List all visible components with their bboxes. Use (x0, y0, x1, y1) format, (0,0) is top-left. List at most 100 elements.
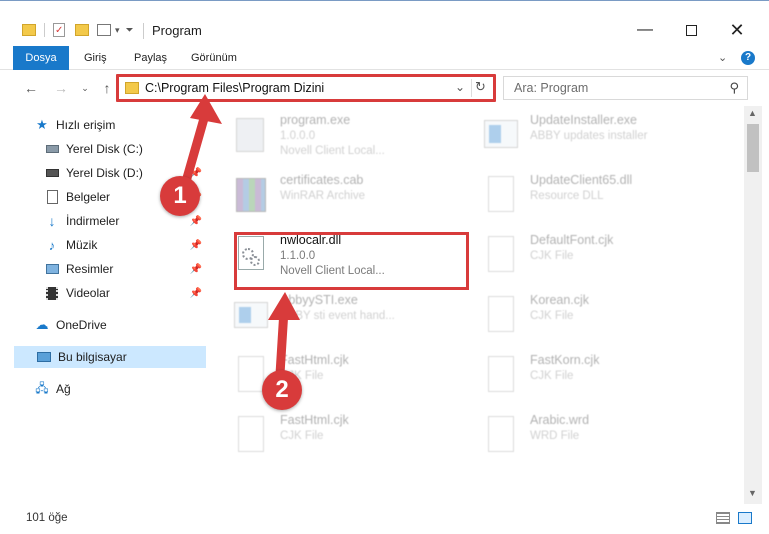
maximize-button[interactable] (668, 15, 714, 45)
file-name: UpdateClient65.dll (530, 173, 633, 187)
exe-file-icon (232, 114, 268, 158)
file-item[interactable]: Arabic.wrd WRD File (462, 410, 692, 464)
customize-toolbar-icon[interactable]: ⏷ (126, 25, 134, 36)
file-item[interactable]: FastHtml.cjk CJK File (212, 350, 442, 404)
generic-file-icon (482, 234, 518, 278)
maximize-icon (685, 24, 697, 36)
tab-home[interactable]: Giriş (74, 46, 117, 70)
star-icon: ★ (36, 117, 48, 132)
sidebar-item-videos[interactable]: Videolar 📌 (44, 282, 206, 304)
sidebar-item-onedrive[interactable]: ☁ OneDrive (34, 314, 206, 336)
recent-locations-button[interactable]: ⌄ (74, 78, 96, 98)
file-detail: CJK File (280, 430, 324, 442)
sidebar-item-disk-c[interactable]: Yerel Disk (C:) (44, 138, 206, 160)
file-item[interactable]: certificates.cab WinRAR Archive (212, 170, 442, 224)
file-name: FastKorn.cjk (530, 353, 600, 367)
tab-share[interactable]: Paylaş (124, 46, 177, 70)
file-item[interactable]: FastKorn.cjk CJK File (462, 350, 692, 404)
sidebar-item-label: Müzik (66, 238, 98, 252)
arrow-left-icon: ← (24, 80, 38, 96)
status-bar: 101 öğe (0, 504, 769, 534)
up-button[interactable]: ↑ (96, 78, 118, 98)
sidebar-item-label: Belgeler (66, 190, 111, 204)
file-name: FastHtml.cjk (280, 353, 349, 367)
file-item[interactable]: UpdateInstaller.exe ABBY updates install… (462, 110, 692, 164)
minimize-icon: — (637, 21, 653, 38)
tab-view[interactable]: Görünüm (181, 46, 247, 70)
window-title: Program (152, 23, 202, 38)
item-count: 101 öğe (26, 512, 68, 524)
sidebar-item-label: İndirmeler (66, 214, 120, 228)
chevron-down-icon[interactable]: ▼ (748, 488, 757, 498)
scrollbar-thumb[interactable] (747, 124, 759, 172)
download-icon: ↓ (48, 213, 56, 229)
sidebar-item-pictures[interactable]: Resimler 📌 (44, 258, 206, 280)
address-highlight-box (116, 74, 496, 102)
file-item[interactable]: DefaultFont.cjk CJK File (462, 230, 692, 284)
sidebar-item-label: Resimler (66, 262, 114, 276)
sidebar-item-label: Bu bilgisayar (58, 350, 127, 364)
file-detail: ABBY updates installer (530, 130, 648, 142)
pin-icon[interactable]: 📌 (190, 168, 202, 179)
sidebar-item-network[interactable]: 🖧 Ağ (34, 378, 206, 400)
arrow-right-icon: → (54, 80, 68, 96)
file-item[interactable]: FastHtml.cjk CJK File (212, 410, 442, 464)
file-name: FastHtml.cjk (280, 413, 349, 427)
folder-icon[interactable] (22, 24, 36, 36)
file-detail: WinRAR Archive (280, 190, 365, 202)
sidebar-item-label: Ağ (56, 382, 71, 396)
videos-icon (44, 285, 60, 301)
title-bar: ✓ ▾ ⏷ Program — ✕ (0, 0, 769, 46)
sidebar-item-label: Videolar (66, 286, 110, 300)
music-icon: ♪ (48, 237, 56, 253)
drive-icon (44, 165, 60, 181)
minimize-button[interactable]: — (622, 15, 668, 45)
new-folder-icon[interactable] (75, 24, 89, 36)
sidebar-item-label: Hızlı erişim (56, 118, 116, 132)
file-name: AbbyySTI.exe (280, 293, 358, 307)
file-item[interactable]: program.exe 1.0.0.0 Novell Client Local.… (212, 110, 442, 164)
details-view-icon[interactable] (716, 512, 730, 524)
sidebar-item-this-pc[interactable]: Bu bilgisayar (14, 346, 206, 368)
pin-icon[interactable]: 📌 (190, 288, 202, 299)
file-name: program.exe (280, 113, 351, 127)
sidebar-item-music[interactable]: ♪ Müzik 📌 (44, 234, 206, 256)
file-detail: 1.0.0.0 (280, 130, 316, 142)
documents-icon (44, 189, 60, 205)
pin-icon[interactable]: 📌 (190, 264, 202, 275)
sidebar-item-label: Yerel Disk (D:) (66, 166, 143, 180)
ribbon-tabs: Dosya Giriş Paylaş Görünüm ⌄ ? (0, 46, 769, 100)
file-item[interactable]: UpdateClient65.dll Resource DLL (462, 170, 692, 224)
file-item[interactable]: Korean.cjk CJK File (462, 290, 692, 344)
chevron-down-icon[interactable]: ▾ (115, 25, 120, 36)
vertical-scrollbar[interactable]: ▲ ▼ (744, 106, 762, 504)
generic-file-icon (482, 294, 518, 338)
arrow-up-icon: ↑ (103, 80, 111, 96)
close-button[interactable]: ✕ (714, 15, 760, 45)
search-box[interactable]: Ara: Program ⚲ (503, 76, 748, 100)
pin-icon[interactable]: 📌 (190, 216, 202, 227)
large-icons-view-icon[interactable] (738, 512, 752, 524)
forward-button[interactable]: → (50, 78, 72, 98)
file-detail: ABBY sti event hand... (280, 310, 395, 322)
view-options-icon[interactable] (97, 24, 111, 36)
file-detail: CJK File (530, 250, 574, 262)
drive-icon (44, 141, 60, 157)
sidebar-item-label: Yerel Disk (C:) (66, 142, 143, 156)
back-button[interactable]: ← (20, 78, 42, 98)
search-placeholder: Ara: Program (514, 81, 589, 95)
pin-icon[interactable]: 📌 (190, 240, 202, 251)
chevron-down-icon[interactable]: ⌄ (718, 51, 727, 64)
archive-file-icon (232, 174, 268, 218)
help-icon[interactable]: ? (741, 51, 755, 65)
file-item[interactable]: AbbyySTI.exe ABBY sti event hand... (212, 290, 442, 344)
file-highlight-box (234, 232, 469, 290)
separator (44, 23, 45, 37)
callout-badge-1: 1 (160, 176, 200, 216)
computer-icon (36, 349, 52, 365)
sidebar-item-label: OneDrive (56, 318, 107, 332)
properties-icon[interactable]: ✓ (53, 23, 65, 37)
file-list: program.exe 1.0.0.0 Novell Client Local.… (212, 106, 742, 504)
chevron-up-icon[interactable]: ▲ (748, 108, 757, 118)
sidebar-item-quick-access[interactable]: ★ Hızlı erişim (34, 114, 206, 136)
